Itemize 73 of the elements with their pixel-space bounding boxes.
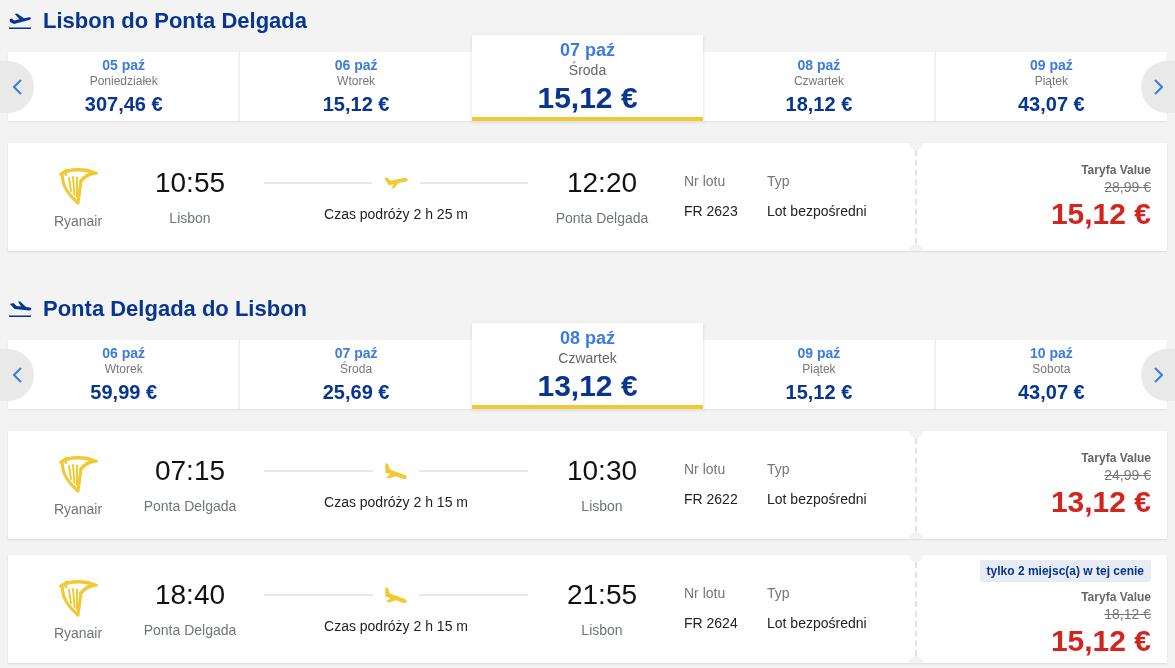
flight-type-label: Typ (767, 460, 790, 478)
date-tab[interactable]: 05 paź Poniedziałek 307,46 € (8, 52, 240, 121)
harp-icon (58, 580, 98, 617)
travel-duration: Czas podróży 2 h 15 m (324, 617, 468, 635)
ticket-notch (909, 143, 923, 150)
airline-name: Ryanair (53, 500, 103, 518)
airline-name: Ryanair (53, 624, 103, 642)
arrival-city: Lisbon (581, 497, 623, 515)
departure-city: Ponta Delgada (143, 621, 237, 639)
departure-time: 10:55 (154, 167, 226, 199)
ticket-notch (909, 656, 923, 663)
date-tab[interactable]: 08 paź Czwartek 18,12 € (703, 52, 935, 121)
fare-price: 13,12 € (1050, 484, 1151, 520)
departure-city: Ponta Delgada (143, 497, 237, 515)
arrival-city: Lisbon (581, 621, 623, 639)
fare-name: Taryfa Value (1081, 588, 1151, 605)
departure-city: Lisbon (169, 209, 211, 227)
chevron-left-icon (12, 79, 22, 95)
date-tab[interactable]: 09 paź Piątek 43,07 € (934, 52, 1168, 121)
section-title: Lisbon do Ponta Delgada (43, 7, 307, 35)
flight-type: Lot bezpośredni (767, 490, 867, 508)
departure-time: 18:40 (154, 579, 226, 611)
arrival-time: 10:30 (566, 455, 638, 487)
harp-icon (58, 168, 98, 205)
old-price: 28,99 € (1104, 179, 1151, 195)
flight-card[interactable]: Ryanair 07:15 Ponta Delgada Czas podróży 2 h 15 m 10:30 Lisbon Nr lotu FR 2622 Typ Lot bezpośredni Taryfa Value 24,99 € 13,12 € (8, 431, 1167, 539)
ticket-notch (909, 244, 923, 251)
departure-time: 07:15 (154, 455, 226, 487)
date-tab[interactable]: 07 paź Środa 15,12 € (471, 35, 704, 121)
flight-number-label: Nr lotu (684, 460, 726, 478)
flight-type: Lot bezpośredni (767, 202, 867, 220)
flight-type-label: Typ (767, 172, 790, 190)
date-tab[interactable]: 06 paź Wtorek 59,99 € (8, 340, 240, 409)
airplane-takeoff-icon (8, 11, 32, 31)
fare-name: Taryfa Value (1081, 450, 1151, 466)
airplane-icon (384, 177, 408, 189)
date-tab[interactable]: 06 paź Wtorek 15,12 € (239, 52, 472, 121)
flight-number: FR 2624 (684, 614, 738, 632)
date-tab[interactable]: 07 paź Środa 25,69 € (239, 340, 472, 409)
old-price: 18,12 € (1104, 605, 1151, 622)
seats-left-notice: tylko 2 miejsc(a) w tej cenie (979, 559, 1151, 582)
ticket-notch (909, 431, 923, 438)
flight-type-label: Typ (767, 584, 790, 602)
date-tab[interactable]: 09 paź Piątek 15,12 € (703, 340, 935, 409)
fare-price: 15,12 € (1050, 622, 1151, 659)
airplane-landing-icon (8, 299, 32, 319)
flight-card[interactable]: Ryanair 18:40 Ponta Delgada Czas podróży 2 h 15 m 21:55 Lisbon Nr lotu FR 2624 Typ Lot bezpośredni tylko 2 miejsc(a) w tej cenie Taryfa Value 18,12 € 15,12 € (8, 555, 1167, 663)
old-price: 24,99 € (1104, 467, 1151, 483)
flight-card[interactable]: Ryanair 10:55 Lisbon Czas podróży 2 h 25 m 12:20 Ponta Delgada Nr lotu FR 2623 Typ Lot bezpośredni Taryfa Value 28,99 € 15,12 € (8, 143, 1167, 251)
chevron-right-icon (1153, 367, 1163, 383)
date-tab[interactable]: 08 paź Czwartek 13,12 € (471, 323, 704, 409)
chevron-right-icon (1153, 79, 1163, 95)
ticket-notch (909, 532, 923, 539)
flight-type: Lot bezpośredni (767, 614, 867, 632)
fare-price: 15,12 € (1050, 196, 1151, 232)
flight-number-label: Nr lotu (684, 584, 726, 602)
section-title: Ponta Delgada do Lisbon (43, 295, 307, 323)
arrival-time: 21:55 (566, 579, 638, 611)
airline-name: Ryanair (53, 212, 103, 230)
fare-name: Taryfa Value (1081, 162, 1151, 178)
travel-duration: Czas podróży 2 h 15 m (324, 493, 468, 511)
flight-number: FR 2623 (684, 202, 738, 220)
travel-duration: Czas podróży 2 h 25 m (324, 205, 468, 223)
airplane-icon (385, 587, 407, 603)
flight-number-label: Nr lotu (684, 172, 726, 190)
airplane-icon (385, 463, 407, 479)
arrival-city: Ponta Delgada (555, 209, 649, 227)
flight-number: FR 2622 (684, 490, 738, 508)
arrival-time: 12:20 (566, 167, 638, 199)
chevron-left-icon (12, 367, 22, 383)
date-tab[interactable]: 10 paź Sobota 43,07 € (934, 340, 1168, 409)
ticket-notch (909, 555, 923, 562)
harp-icon (58, 456, 98, 493)
